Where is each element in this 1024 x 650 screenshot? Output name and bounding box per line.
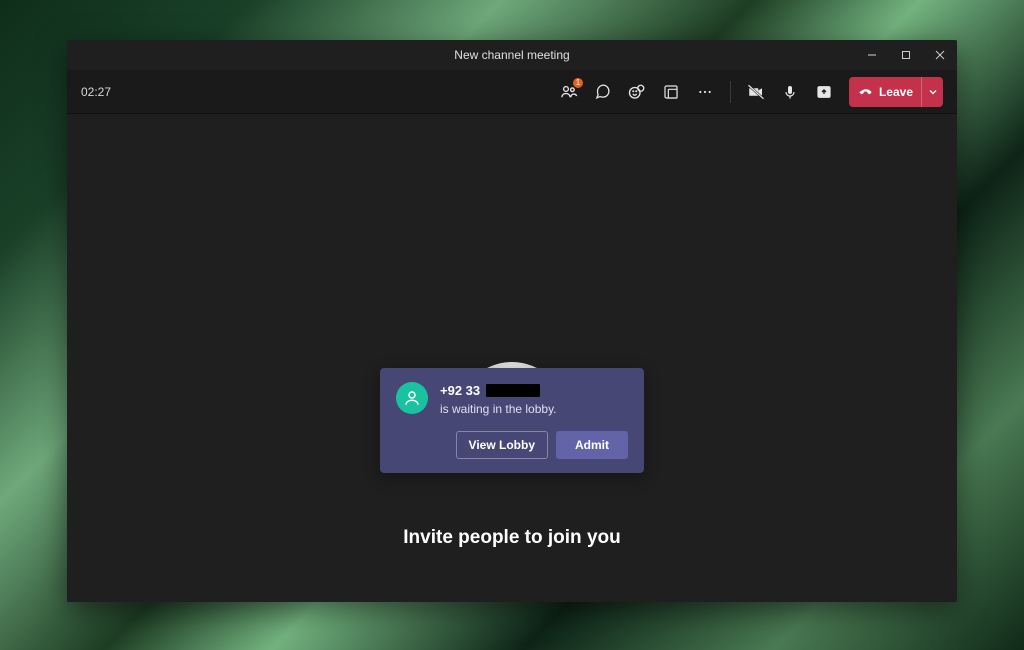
camera-button[interactable] bbox=[741, 77, 771, 107]
leave-label: Leave bbox=[879, 85, 913, 99]
lobby-waiting-text: is waiting in the lobby. bbox=[440, 401, 628, 417]
invite-heading: Invite people to join you bbox=[403, 527, 620, 549]
redacted-number bbox=[486, 384, 540, 397]
hangup-icon bbox=[859, 85, 873, 99]
admit-button[interactable]: Admit bbox=[556, 431, 628, 459]
window-controls bbox=[855, 40, 957, 70]
reactions-button[interactable] bbox=[622, 77, 652, 107]
caller-number: +92 33 bbox=[440, 382, 480, 400]
toolbar-separator bbox=[730, 81, 731, 103]
minimize-button[interactable] bbox=[855, 40, 889, 70]
maximize-button[interactable] bbox=[889, 40, 923, 70]
more-button[interactable] bbox=[690, 77, 720, 107]
chat-button[interactable] bbox=[588, 77, 618, 107]
call-timer: 02:27 bbox=[81, 85, 111, 99]
meeting-window: New channel meeting 02:27 1 bbox=[67, 40, 957, 602]
people-button[interactable]: 1 bbox=[554, 77, 584, 107]
leave-caret[interactable] bbox=[921, 77, 943, 107]
titlebar: New channel meeting bbox=[67, 40, 957, 70]
meeting-toolbar: 02:27 1 bbox=[67, 70, 957, 114]
window-title: New channel meeting bbox=[454, 48, 569, 62]
mic-button[interactable] bbox=[775, 77, 805, 107]
lobby-toast: +92 33 is waiting in the lobby. View Lob… bbox=[380, 368, 644, 473]
share-button[interactable] bbox=[809, 77, 839, 107]
meeting-stage: +92 33 is waiting in the lobby. View Lob… bbox=[67, 114, 957, 602]
people-badge: 1 bbox=[573, 78, 583, 88]
rooms-button[interactable] bbox=[656, 77, 686, 107]
leave-main[interactable]: Leave bbox=[849, 77, 921, 107]
view-lobby-button[interactable]: View Lobby bbox=[456, 431, 548, 459]
caller-avatar bbox=[396, 382, 428, 414]
close-button[interactable] bbox=[923, 40, 957, 70]
leave-button[interactable]: Leave bbox=[849, 77, 943, 107]
